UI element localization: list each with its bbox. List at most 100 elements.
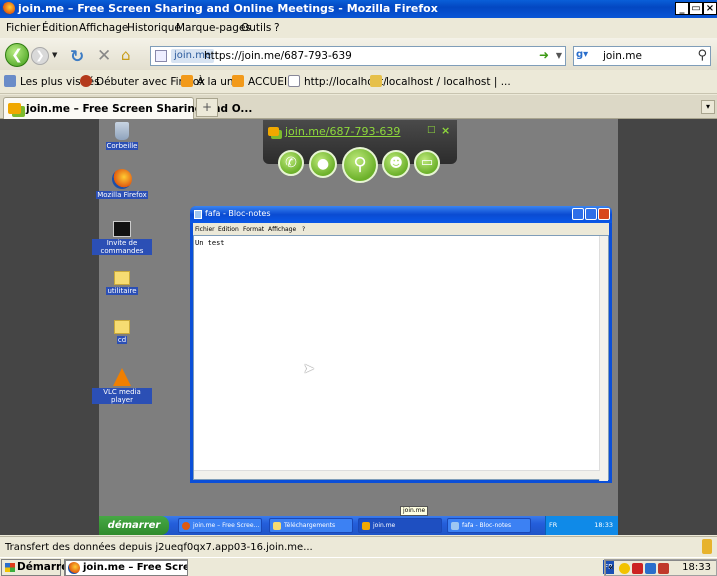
home-icon[interactable]: ⌂ [121, 46, 131, 64]
remote-taskbar-item-notepad[interactable]: fafa - Bloc-notes [447, 518, 531, 533]
start-button[interactable]: Démarrer [1, 559, 74, 576]
maximize-button[interactable]: ▭ [689, 2, 703, 15]
notepad-icon [194, 210, 202, 219]
notepad-maximize-button[interactable] [585, 208, 597, 220]
folder-icon [114, 271, 130, 285]
bookmark-phpmyadmin[interactable]: localhost / localhost | ... [370, 75, 511, 88]
window-titlebar: join.me – Free Screen Sharing and Online… [0, 0, 717, 18]
folder-icon [273, 522, 281, 530]
menu-fichier[interactable]: Fichier [6, 22, 40, 34]
menubar: Fichier Édition Affichage Historique Mar… [0, 18, 717, 38]
desktop-icon-cd[interactable]: cd [92, 320, 152, 344]
search-icon[interactable]: ⚲ [697, 48, 707, 63]
desktop-icon-firefox[interactable]: Mozilla Firefox [92, 169, 152, 199]
horizontal-scrollbar[interactable] [194, 470, 600, 479]
tray-expand-icon[interactable]: « [608, 562, 614, 573]
go-arrow-icon[interactable]: ➜ [539, 48, 549, 62]
notepad-content: Un test [195, 239, 225, 247]
tab-list-icon[interactable]: ▾ [701, 100, 715, 114]
notepad-menu-help[interactable]: ? [302, 226, 305, 233]
tray-app-icon[interactable] [632, 563, 643, 574]
back-button[interactable]: ❮ [5, 43, 29, 67]
status-bar: Transfert des données depuis j2ueqf0qx7.… [0, 536, 717, 556]
bookmarks-toolbar: Les plus visités Débuter avec Firefox À … [0, 70, 717, 94]
new-tab-button[interactable]: + [196, 98, 218, 117]
desktop-icon-vlc[interactable]: VLC media player [92, 368, 152, 404]
firefox-icon [2, 2, 15, 15]
joinme-minimize-icon[interactable]: □ [427, 125, 436, 135]
menu-marque-pages[interactable]: Marque-pages [176, 22, 251, 34]
remote-taskbar-item-downloads[interactable]: Téléchargements [269, 518, 353, 533]
stop-icon[interactable]: ✕ [97, 46, 111, 66]
remote-lang[interactable]: FR [549, 516, 557, 535]
bookmark-accueil[interactable]: ACCUEIL [232, 75, 293, 88]
joinme-session-link[interactable]: join.me/687-793-639 [285, 125, 400, 138]
firefox-small-icon [80, 75, 92, 87]
taskbar-tooltip: join.me [400, 506, 429, 516]
menu-help[interactable]: ? [274, 22, 280, 34]
reload-icon[interactable]: ↻ [70, 47, 84, 67]
remote-taskbar-item-joinme[interactable]: join.me [358, 518, 442, 533]
taskbar-item-firefox[interactable]: join.me – Free Screen... [64, 559, 188, 576]
phone-icon[interactable]: ✆ [278, 150, 304, 176]
url-dropdown-icon[interactable]: ▼ [556, 51, 562, 60]
tab-joinme[interactable]: join.me – Free Screen Sharing and O... [3, 97, 252, 119]
desktop-icon-cmd[interactable]: Invite de commandes [92, 221, 152, 255]
mouse-cursor-icon: ➤ [303, 361, 315, 377]
antivirus-icon[interactable] [658, 563, 669, 574]
joinme-close-icon[interactable]: × [441, 124, 450, 137]
command-prompt-icon [113, 221, 131, 237]
notepad-text-area[interactable]: Un test [193, 235, 609, 481]
search-bar[interactable]: g▾ join.me ⚲ [573, 46, 711, 66]
rss-icon [181, 75, 193, 87]
url-text[interactable]: https://join.me/687-793-639 [204, 50, 352, 62]
remote-taskbar-item-firefox[interactable]: join.me – Free Scree... [178, 518, 262, 533]
joinme-favicon [8, 103, 21, 114]
minimize-button[interactable]: _ [675, 2, 689, 15]
zoom-icon[interactable]: ⚲ [342, 147, 378, 183]
folder-icon [114, 320, 130, 334]
participants-icon[interactable]: ☻ [382, 150, 410, 178]
system-tray: « 18:33 [604, 559, 717, 576]
firefox-icon [182, 522, 190, 530]
notepad-titlebar[interactable]: fafa - Bloc-notes [190, 206, 612, 223]
vertical-scrollbar[interactable] [599, 236, 608, 481]
google-engine-icon[interactable]: g▾ [576, 49, 598, 63]
security-shield-icon[interactable] [619, 563, 630, 574]
status-text: Transfert des données depuis j2ueqf0qx7.… [5, 542, 313, 553]
navigation-toolbar: ❮ ❯ ▼ ↻ ✕ ⌂ join.me https://join.me/687-… [0, 38, 717, 70]
remote-system-tray: FR 18:33 [545, 516, 618, 535]
lock-icon[interactable] [702, 539, 712, 554]
notepad-menu-edition[interactable]: Edition [218, 226, 239, 233]
menu-edition[interactable]: Édition [42, 22, 78, 34]
firefox-icon [68, 562, 80, 574]
notepad-menu-affichage[interactable]: Affichage [268, 226, 296, 233]
remote-start-button[interactable]: démarrer [99, 516, 169, 535]
network-icon[interactable] [645, 563, 656, 574]
notepad-minimize-button[interactable] [572, 208, 584, 220]
forward-button[interactable]: ❯ [31, 47, 49, 65]
clock: 18:33 [682, 562, 711, 573]
menu-outils[interactable]: Outils [241, 22, 271, 34]
notepad-window[interactable]: fafa - Bloc-notes Fichier Edition Format… [190, 206, 612, 483]
tab-label: join.me – Free Screen Sharing and O... [26, 103, 253, 115]
notepad-icon [451, 522, 459, 530]
search-input[interactable]: join.me [603, 50, 642, 62]
desktop-icon-corbeille[interactable]: Corbeille [92, 122, 152, 150]
host-taskbar: Démarrer join.me – Free Screen... FR « 1… [0, 557, 717, 576]
history-dropdown-icon[interactable]: ▼ [52, 52, 60, 59]
mouse-control-icon[interactable]: ▭ [414, 150, 440, 176]
notepad-menu-fichier[interactable]: Fichier [195, 226, 215, 233]
vlc-cone-icon [113, 368, 131, 386]
menu-historique[interactable]: Historique [127, 22, 181, 34]
phpmyadmin-icon [370, 75, 382, 87]
notepad-close-button[interactable] [598, 208, 610, 220]
desktop-icon-utilitaire[interactable]: utilitaire [92, 271, 152, 295]
notepad-menu-format[interactable]: Format [243, 226, 264, 233]
chat-icon[interactable]: ● [309, 150, 337, 178]
site-icon [155, 50, 167, 62]
menu-affichage[interactable]: Affichage [79, 22, 128, 34]
page-icon [288, 75, 300, 87]
close-button[interactable]: × [703, 2, 717, 15]
url-bar[interactable]: join.me https://join.me/687-793-639 ➜ ▼ [150, 46, 566, 66]
